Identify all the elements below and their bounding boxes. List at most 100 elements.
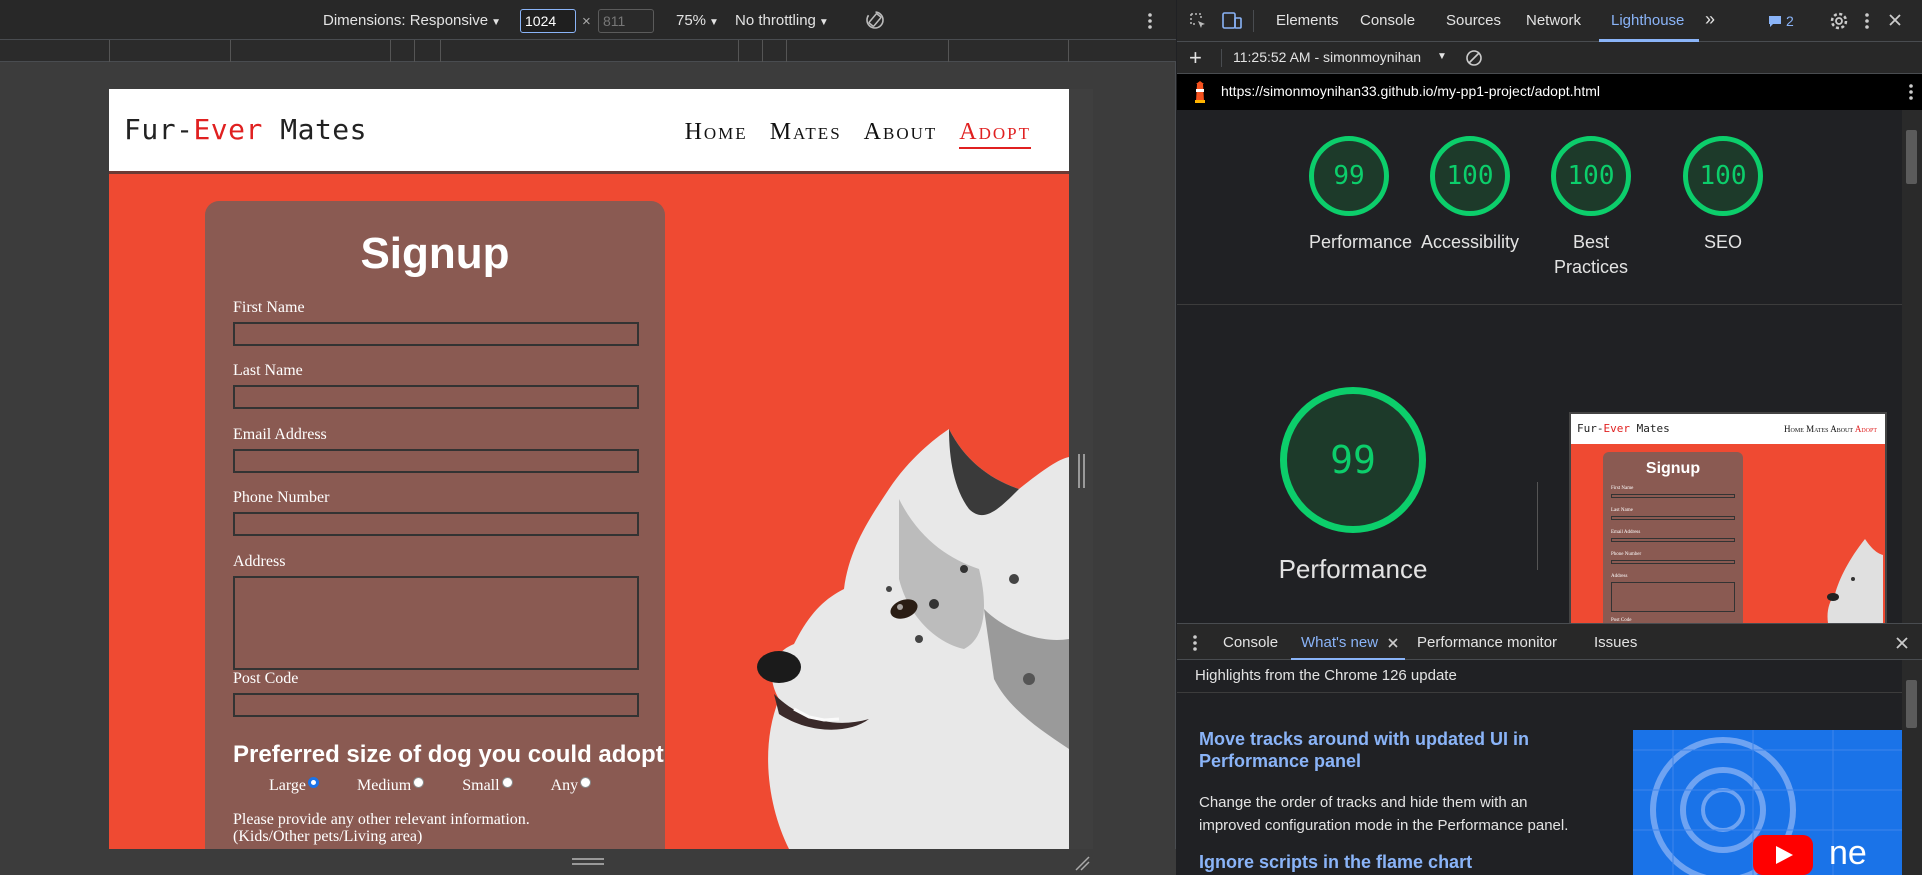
address-textarea[interactable]	[233, 576, 639, 670]
thumb-dog-image	[1827, 539, 1883, 623]
resize-grip-icon[interactable]	[1078, 454, 1080, 488]
score-gauge-seo[interactable]: 100 SEO	[1683, 136, 1763, 255]
thumb-field-label: Email Address	[1611, 530, 1641, 535]
clear-block-icon[interactable]	[1465, 49, 1483, 67]
phone-input[interactable]	[233, 512, 639, 536]
news-item-title[interactable]: Move tracks around with updated UI in Pe…	[1199, 728, 1539, 772]
drawer-tab-console[interactable]: Console	[1223, 634, 1278, 651]
nav-link-home[interactable]: Home	[685, 119, 748, 145]
issues-icon[interactable]	[1767, 14, 1783, 29]
page-screenshot-thumbnail[interactable]: Fur-Ever Mates Home Mates About Adopt Si…	[1569, 412, 1887, 623]
drawer-tab-whats-new[interactable]: What's new	[1301, 634, 1378, 651]
tab-lighthouse[interactable]: Lighthouse	[1611, 12, 1684, 29]
news-item-title[interactable]: Ignore scripts in the flame chart	[1199, 851, 1599, 873]
thumb-field-label: First Name	[1611, 486, 1634, 491]
thumb-form-title: Signup	[1645, 460, 1701, 477]
drawer-menu-icon[interactable]	[1191, 634, 1199, 652]
chevron-down-icon: ▼	[709, 17, 719, 28]
toolbar-divider	[1253, 10, 1254, 32]
resize-grip-icon[interactable]	[572, 863, 604, 865]
nav-link-mates[interactable]: Mates	[770, 119, 842, 145]
inspect-element-icon[interactable]	[1189, 12, 1207, 30]
issues-count[interactable]: 2	[1786, 13, 1794, 29]
resize-grip-icon[interactable]	[572, 858, 604, 860]
score-label: Best Practices	[1553, 232, 1629, 277]
site-header: Fur-Ever Mates Home Mates About Adopt	[109, 89, 1069, 174]
chevron-down-icon[interactable]: ▼	[1437, 51, 1447, 62]
scrollbar-thumb[interactable]	[1906, 130, 1917, 184]
nav-link-about[interactable]: About	[864, 119, 938, 145]
emulated-page-viewport[interactable]: Fur-Ever Mates Home Mates About Adopt Si…	[109, 89, 1069, 849]
promo-text: ne	[1829, 834, 1867, 872]
drawer-tab-performance-monitor[interactable]: Performance monitor	[1417, 634, 1557, 651]
corner-resize-icon[interactable]	[1074, 855, 1090, 871]
big-score-value: 99	[1280, 387, 1426, 533]
radio-any[interactable]: Any	[551, 777, 592, 795]
drawer-tab-issues[interactable]: Issues	[1594, 634, 1637, 651]
rotate-icon[interactable]	[864, 9, 886, 31]
viewport-bottom-handle[interactable]	[0, 849, 1176, 875]
youtube-play-icon[interactable]	[1753, 835, 1813, 875]
more-options-icon[interactable]	[1142, 12, 1158, 30]
tab-elements[interactable]: Elements	[1276, 12, 1339, 29]
thumb-field-label: Address	[1611, 574, 1628, 579]
close-tab-icon[interactable]	[1387, 637, 1399, 649]
radio-icon[interactable]	[413, 777, 425, 788]
last-name-input[interactable]	[233, 385, 639, 409]
radio-icon[interactable]	[501, 777, 513, 788]
promo-video-thumbnail[interactable]: ne	[1633, 730, 1902, 875]
chevron-down-icon: ▼	[818, 17, 829, 28]
news-item-body: Change the order of tracks and hide them…	[1199, 794, 1569, 834]
viewport-right-handle[interactable]	[1069, 89, 1093, 849]
first-name-input[interactable]	[233, 322, 639, 346]
section-divider	[1177, 304, 1902, 305]
other-info-line2: (Kids/Other pets/Living area)	[233, 828, 423, 845]
tab-network[interactable]: Network	[1526, 12, 1581, 29]
score-value: 99	[1309, 136, 1389, 216]
drawer-scrollbar[interactable]	[1902, 660, 1922, 875]
score-gauge-best-practices[interactable]: 100 Best Practices	[1551, 136, 1631, 280]
device-toolbar-icon[interactable]	[1221, 11, 1243, 31]
ruler-tick	[1068, 40, 1069, 62]
devtools-tabbar: Elements Console Sources Network Lightho…	[1177, 0, 1922, 42]
report-scrollbar[interactable]	[1902, 110, 1922, 623]
media-query-ruler[interactable]	[0, 40, 1176, 62]
radio-icon[interactable]	[580, 777, 592, 788]
thumb-field	[1611, 582, 1735, 612]
radio-selected-icon[interactable]	[308, 777, 320, 788]
close-drawer-icon[interactable]	[1895, 636, 1909, 650]
scrollbar-thumb[interactable]	[1906, 680, 1917, 728]
throttling-dropdown[interactable]: No throttling ▼	[735, 12, 829, 29]
thumb-nav: Home Mates About Adopt	[1784, 424, 1877, 434]
report-url-bar: https://simonmoynihan33.github.io/my-pp1…	[1177, 74, 1922, 110]
nav-link-adopt[interactable]: Adopt	[959, 119, 1031, 149]
email-input[interactable]	[233, 449, 639, 473]
tab-console[interactable]: Console	[1360, 12, 1415, 29]
resize-grip-icon[interactable]	[1083, 454, 1085, 488]
more-tabs-icon[interactable]: »	[1705, 9, 1715, 30]
zoom-dropdown[interactable]: 75% ▼	[676, 12, 719, 29]
radio-small[interactable]: Small	[462, 777, 513, 795]
height-input[interactable]: 811	[598, 9, 654, 33]
settings-gear-icon[interactable]	[1829, 11, 1849, 31]
new-report-plus-icon[interactable]: +	[1189, 45, 1202, 71]
report-selector[interactable]: 11:25:52 AM - simonmoynihan	[1233, 49, 1437, 65]
score-label: Performance	[1309, 232, 1413, 252]
dimensions-dropdown[interactable]: Dimensions: Responsive ▼	[323, 12, 501, 29]
site-nav: Home Mates About Adopt	[671, 119, 1031, 149]
tab-sources[interactable]: Sources	[1446, 12, 1501, 29]
width-input[interactable]: 1024	[520, 9, 576, 33]
score-gauge-performance[interactable]: 99 Performance	[1309, 136, 1413, 255]
signup-form: Signup First Name Last Name Email Addres…	[205, 201, 665, 849]
more-options-icon[interactable]	[1907, 83, 1915, 101]
postcode-input[interactable]	[233, 693, 639, 717]
score-gauge-accessibility[interactable]: 100 Accessibility	[1420, 136, 1520, 255]
ruler-tick	[390, 40, 391, 62]
close-devtools-icon[interactable]	[1888, 13, 1902, 27]
more-options-icon[interactable]	[1861, 12, 1873, 30]
site-logo[interactable]: Fur-Ever Mates	[124, 113, 367, 146]
radio-large[interactable]: Large	[269, 777, 320, 795]
thumb-field	[1611, 560, 1735, 564]
radio-medium[interactable]: Medium	[357, 777, 425, 795]
report-url[interactable]: https://simonmoynihan33.github.io/my-pp1…	[1221, 83, 1600, 99]
